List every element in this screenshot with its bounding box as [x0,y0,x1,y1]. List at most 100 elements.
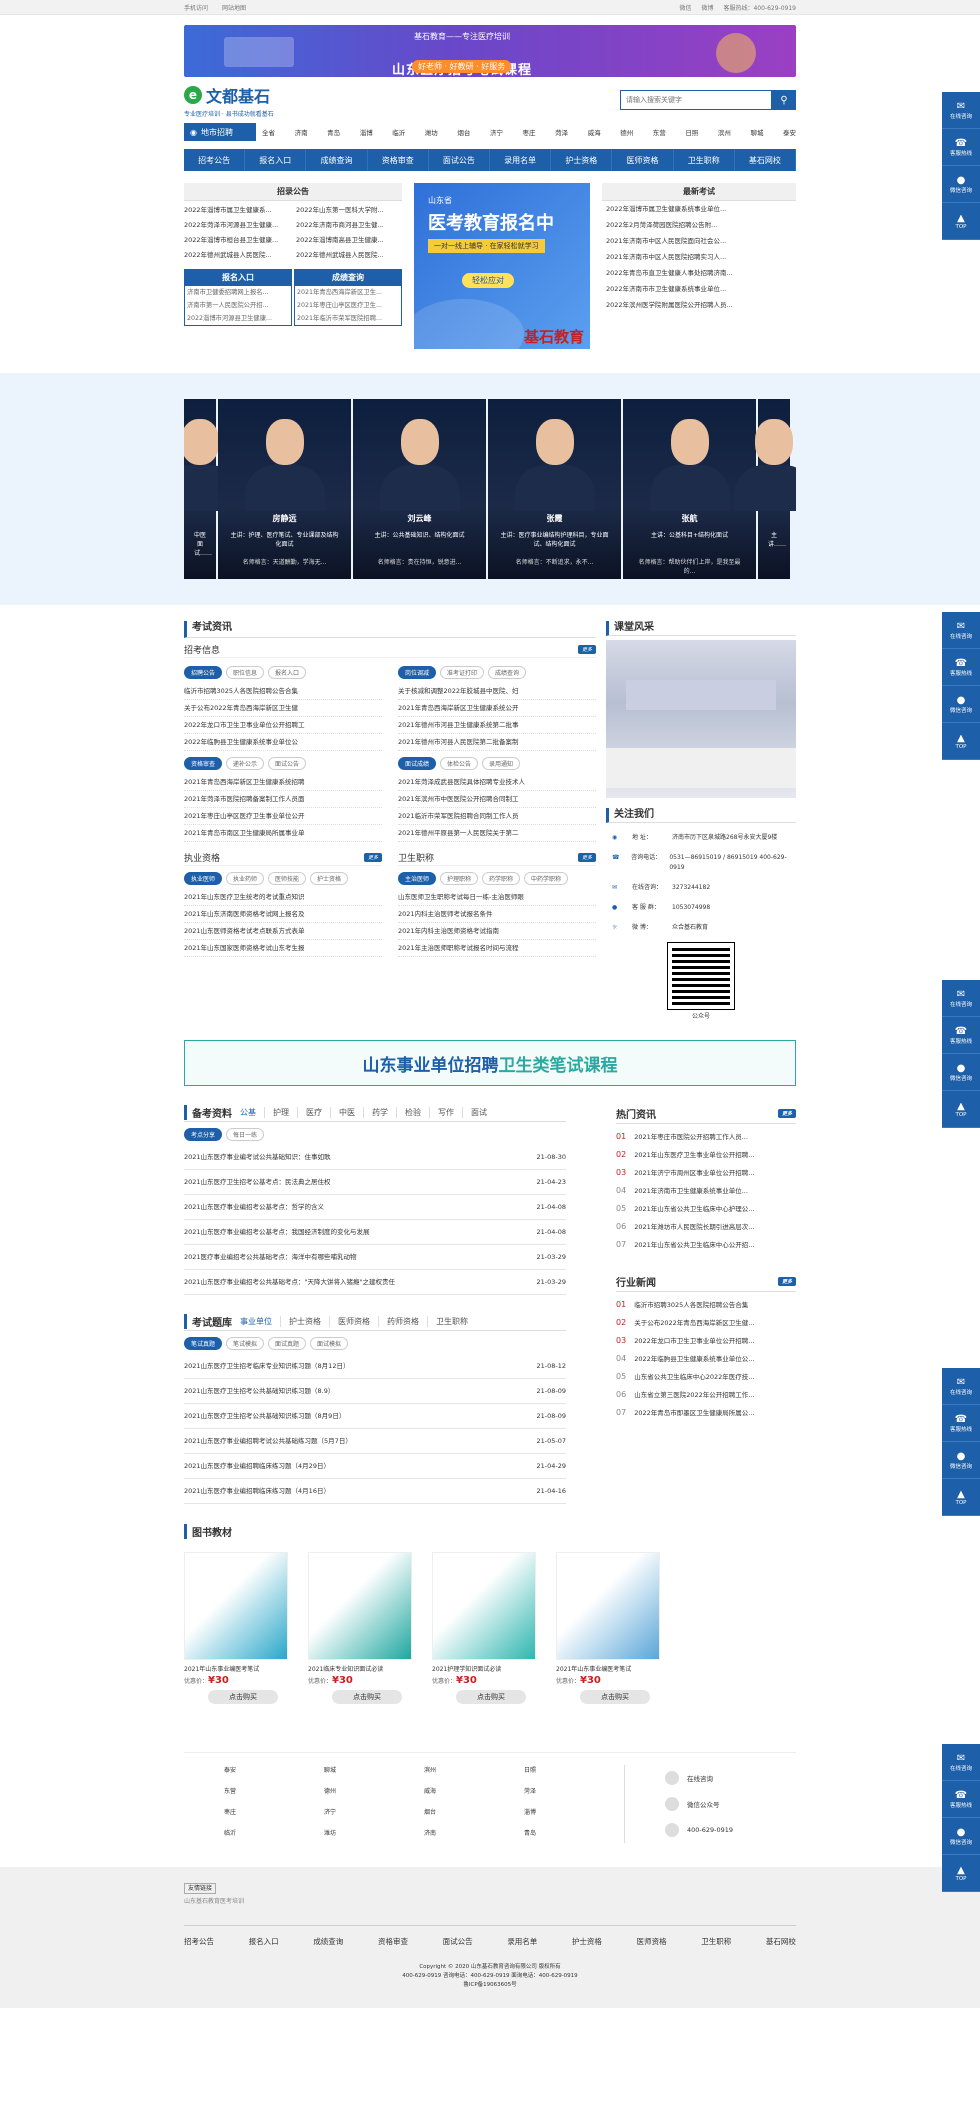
bank-tab[interactable]: 护士资格 [280,1316,329,1327]
ranked-item[interactable]: 04 2022年临朐县卫生健康系统事业单位公... [616,1350,796,1368]
footer-nav-item[interactable]: 成绩查询 [313,1936,343,1947]
prep-tab[interactable]: 检验 [396,1107,429,1118]
buy-button[interactable]: 点击购买 [332,1690,402,1704]
ranked-item[interactable]: 01 2021年枣庄市医院公开招聘工作人员... [616,1128,796,1146]
city-link[interactable]: 济南 [295,127,308,137]
bank-subtab[interactable]: 笔试模拟 [226,1337,265,1350]
float-button[interactable]: ☎ 客服热线 [942,1781,980,1818]
list-item[interactable]: 2021山东医疗事业编招考公基考点：哲学的含义 21-04-08 [184,1195,566,1220]
bank-subtab[interactable]: 面试真题 [268,1337,307,1350]
city-link[interactable]: 烟台 [457,127,470,137]
book-card[interactable]: 2021年山东事业编医考笔试 优惠价：¥30 点击购买 [184,1552,288,1704]
mobile-link[interactable]: 手机访问 [184,3,208,12]
list-item[interactable]: 2021山东医疗卫生招考临床专业知识练习题（8月12日） 21-08-12 [184,1354,566,1379]
footer-nav-item[interactable]: 面试公告 [443,1936,473,1947]
float-button[interactable]: ● 微信咨询 [942,1442,980,1479]
list-item[interactable]: 2021年菏泽市医院招聘备案制工作人员面 [184,791,382,808]
teacher-card[interactable]: 中医面试…… [184,399,240,579]
tab-item[interactable]: 岗位调减 [398,666,437,679]
book-card[interactable]: 2021临床专业知识面试必读 优惠价：¥30 点击购买 [308,1552,412,1704]
book-card[interactable]: 2021年山东事业编医考笔试 优惠价：¥30 点击购买 [556,1552,660,1704]
city-link[interactable]: 枣庄 [523,127,536,137]
tab-item[interactable]: 面试公告 [268,757,307,770]
list-item[interactable]: 2021山东医疗事业编招考公共基础考点："天降大饼将入猪瘾"之建权责任 21-03… [184,1270,566,1295]
footer-city[interactable]: 威海 [424,1786,524,1801]
latest-item[interactable]: 2022年济南市市卫生健康系统事业单位... [602,281,796,297]
more-button[interactable]: 更多 [363,853,382,862]
float-button[interactable]: ✉ 在线咨询 [942,92,980,129]
footer-city[interactable]: 泰安 [224,1765,324,1780]
list-item[interactable]: 2021山东医疗卫生招考公共基础知识练习题（8月9日） 21-08-09 [184,1404,566,1429]
tab-item[interactable]: 职位信息 [226,666,265,679]
nav-item[interactable]: 成绩查询 [306,149,368,171]
float-button[interactable]: ▲ TOP [942,203,980,240]
list-item[interactable]: 2021年菏泽成武县医院具体招聘专业技术人 [398,774,596,791]
nav-item[interactable]: 护士资格 [551,149,613,171]
footer-city[interactable]: 枣庄 [224,1807,324,1822]
prep-tab[interactable]: 公基 [240,1107,264,1118]
list-item[interactable]: 2021年青岛市南区卫生健康局所属事业单 [184,825,382,842]
city-link[interactable]: 淄博 [360,127,373,137]
nav-item[interactable]: 卫生职称 [674,149,735,171]
float-button[interactable]: ✉ 在线咨询 [942,1744,980,1781]
footer-city[interactable]: 烟台 [424,1807,524,1822]
promo-button[interactable]: 轻松应对 [462,273,514,288]
footer-city[interactable]: 日照 [524,1765,624,1780]
footer-nav-item[interactable]: 护士资格 [572,1936,602,1947]
teacher-card[interactable]: 刘云峰 主讲：公共基础知识、结构化面试 名师格言：贵在持恒，锐意进... [353,399,486,579]
city-link[interactable]: 东营 [653,127,666,137]
nav-item[interactable]: 基石网校 [735,149,797,171]
ranked-item[interactable]: 07 2021年山东省公共卫生临床中心公开招... [616,1236,796,1254]
tab-item[interactable]: 招聘公告 [184,666,223,679]
list-item[interactable]: 2021医疗事业编招考公共基础考点：海洋中有哪些哺乳动物 21-03-29 [184,1245,566,1270]
footer-nav-item[interactable]: 报名入口 [249,1936,279,1947]
sitemap-link[interactable]: 网站地图 [222,3,246,12]
city-link[interactable]: 菏泽 [555,127,568,137]
list-item[interactable]: 2021内科主治医师考试报名条件 [398,906,596,923]
float-button[interactable]: ● 微信咨询 [942,1818,980,1855]
nav-item[interactable]: 录用名单 [490,149,552,171]
nav-item[interactable]: 资格审查 [368,149,429,171]
teacher-card[interactable]: 张霞 主讲：医疗事业编结构护理科目，专业面试、结构化面试 名师格言：不断追求，永不.… [488,399,621,579]
float-button[interactable]: ☎ 客服热线 [942,1017,980,1054]
ranked-item[interactable]: 04 2021年济南市卫生健康系统事业单位... [616,1182,796,1200]
recruit-item[interactable]: 2022年淄博市桓台县卫生健康... [184,234,290,247]
city-link[interactable]: 德州 [620,127,633,137]
tab-item[interactable]: 主治医师 [398,872,437,885]
latest-item[interactable]: 2022年2月菏泽荷园医院招聘公告附... [602,217,796,233]
more-button[interactable]: 更多 [777,1109,796,1118]
footer-city[interactable]: 菏泽 [524,1786,624,1801]
score-item[interactable]: 2021年临沂市荣军医院招聘... [295,312,401,325]
tab-item[interactable]: 医师技能 [268,872,307,885]
footer-nav-item[interactable]: 卫生职称 [701,1936,731,1947]
more-button[interactable]: 更多 [777,1277,796,1286]
bank-tab[interactable]: 卫生职称 [427,1316,476,1327]
prep-tab[interactable]: 药学 [363,1107,396,1118]
footer-city[interactable]: 济南 [424,1828,524,1843]
city-link[interactable]: 临沂 [392,127,405,137]
ranked-item[interactable]: 03 2021年济宁市周州区事业单位公开招聘... [616,1164,796,1182]
footer-city[interactable]: 东营 [224,1786,324,1801]
ranked-item[interactable]: 01 临沂市招聘3025人各医院招聘公告合集 [616,1296,796,1314]
list-item[interactable]: 2021山东医疗卫生招考公基考点：民法典之居住权 21-04-23 [184,1170,566,1195]
list-item[interactable]: 2021山东医师资格考试考点联系方式表单 [184,923,382,940]
score-item[interactable]: 2021年青岛西海岸新区卫生... [295,286,401,299]
recruit-item[interactable]: 2022年济南市商河县卫生健... [296,219,402,232]
tab-item[interactable]: 体检公告 [440,757,479,770]
ranked-item[interactable]: 03 2022年龙口市卫生卫事业单位公开招聘... [616,1332,796,1350]
recruit-item[interactable]: 2022年菏泽市河源县卫生健康... [184,219,290,232]
float-button[interactable]: ▲ TOP [942,1479,980,1516]
city-link[interactable]: 滨州 [718,127,731,137]
score-item[interactable]: 2021年枣庄山亭区医疗卫生... [295,299,401,312]
list-item[interactable]: 关于核减和调整2022年胶城县中医院、妇 [398,683,596,700]
list-item[interactable]: 2021山东医疗卫生招考公共基础知识练习题（8.9） 21-08-09 [184,1379,566,1404]
prep-subtab[interactable]: 每日一练 [226,1128,265,1141]
bank-subtab[interactable]: 面试模拟 [310,1337,349,1350]
list-item[interactable]: 2021年山东医疗卫生统考的考试重点知识 [184,889,382,906]
float-button[interactable]: ✉ 在线咨询 [942,612,980,649]
nav-item[interactable]: 招考公告 [184,149,246,171]
float-button[interactable]: ● 微信咨询 [942,166,980,203]
tab-item[interactable]: 报名入口 [268,666,307,679]
course-banner[interactable]: 山东事业单位招聘卫生类笔试课程 [184,1040,796,1086]
tab-item[interactable]: 执业医师 [184,872,223,885]
